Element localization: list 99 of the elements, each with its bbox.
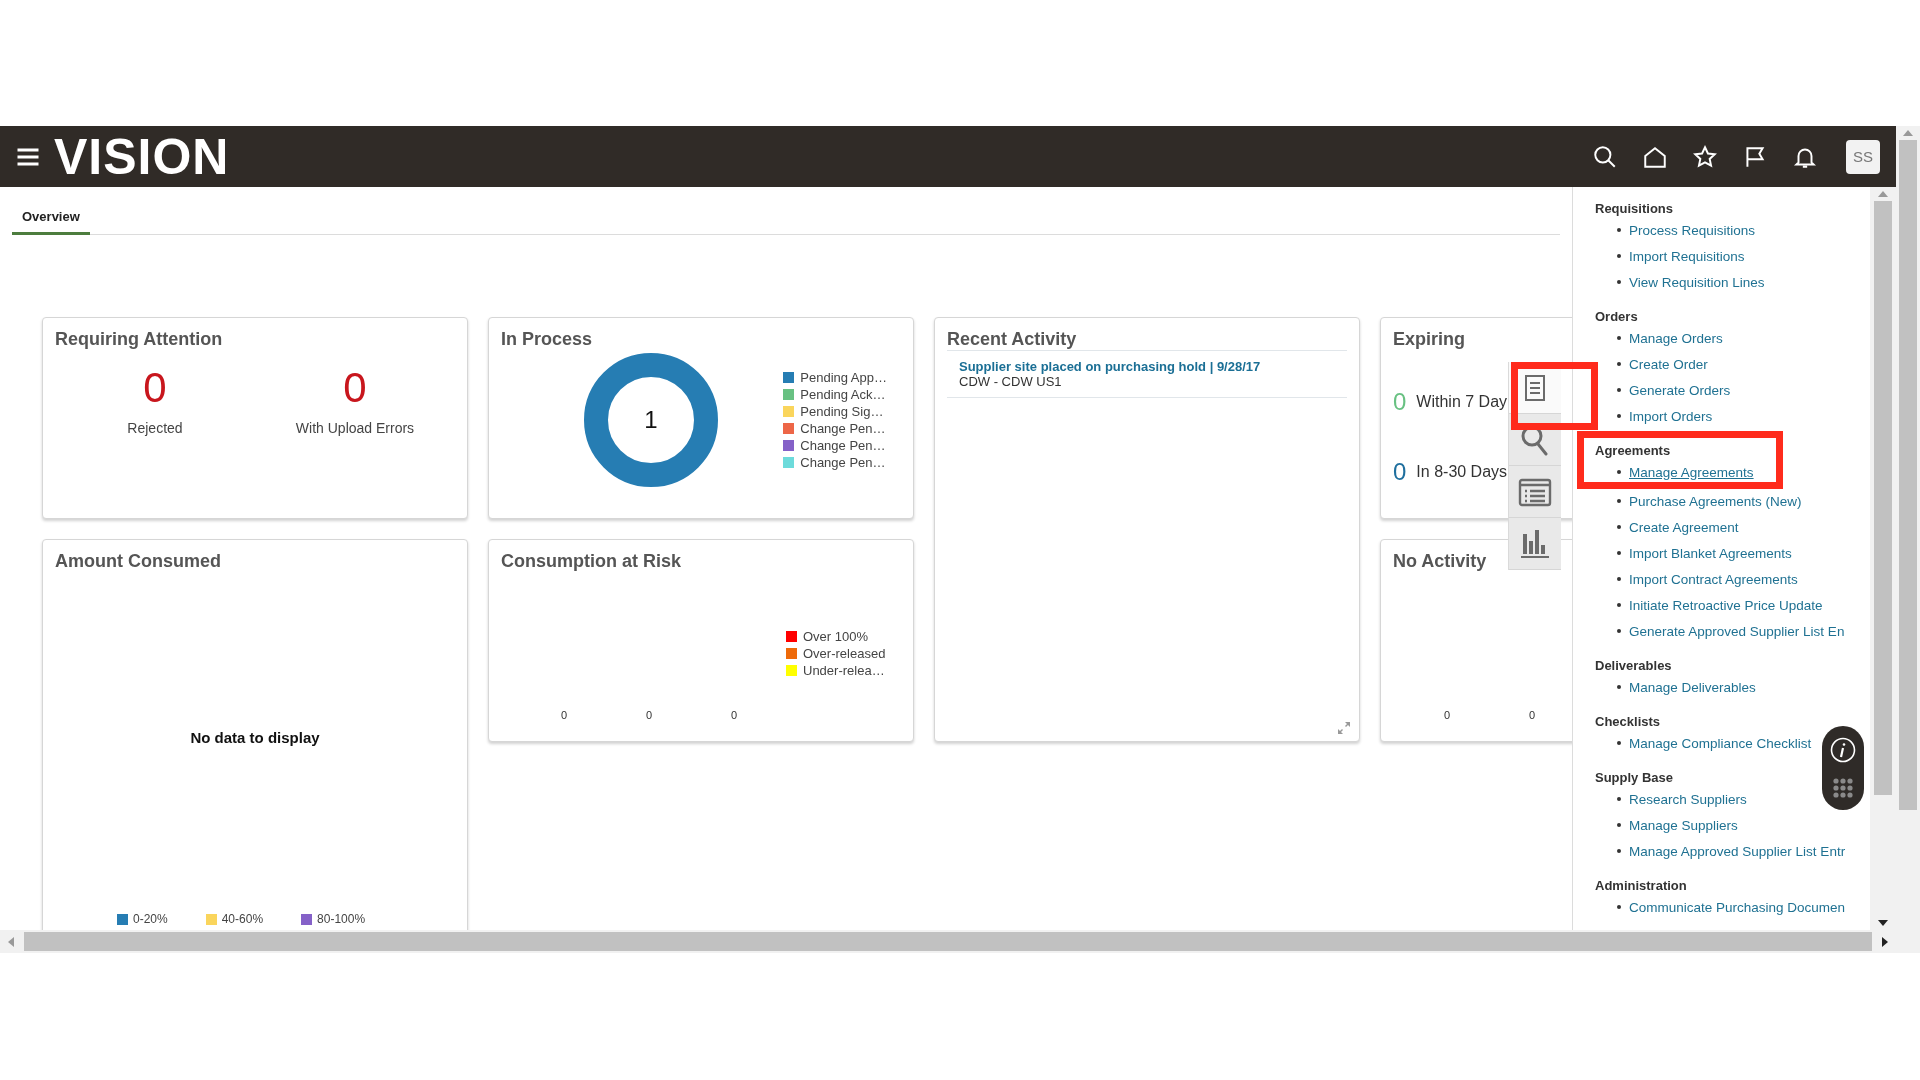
search-icon xyxy=(1592,143,1618,170)
bullet-icon xyxy=(1617,629,1621,633)
legend-item: Change Pen… xyxy=(783,437,887,454)
scrollbar-thumb[interactable] xyxy=(1874,201,1892,795)
card-title: Requiring Attention xyxy=(55,328,224,350)
task-link[interactable]: Manage Compliance Checklist xyxy=(1629,735,1812,751)
legend-item: Pending Ack… xyxy=(783,386,887,403)
task-link[interactable]: Import Orders xyxy=(1629,408,1713,424)
favorites-button[interactable] xyxy=(1692,143,1718,170)
list-icon xyxy=(1518,476,1552,507)
help-widget[interactable] xyxy=(1822,726,1864,810)
bullet-icon xyxy=(1617,388,1621,392)
card-title: Consumption at Risk xyxy=(501,550,682,572)
tab[interactable]: Overview xyxy=(12,205,90,235)
legend-item: Under-relea… xyxy=(786,662,901,679)
metric-label: With Upload Errors xyxy=(295,420,415,436)
task-link[interactable]: Generate Approved Supplier List En xyxy=(1629,623,1845,639)
section-title: Administration xyxy=(1595,877,1688,894)
bullet-icon xyxy=(1617,336,1621,340)
metric-value[interactable]: 0 xyxy=(343,364,367,412)
user-avatar[interactable]: SS xyxy=(1846,139,1880,174)
legend-item: Over-released xyxy=(786,645,901,662)
donut-center-value: 1 xyxy=(643,406,659,434)
legend-item: Pending Sig… xyxy=(783,403,887,420)
section-title: Deliverables xyxy=(1595,657,1673,674)
card-title: Amount Consumed xyxy=(55,550,222,572)
legend-item: 0-20% xyxy=(117,912,168,926)
bullet-icon xyxy=(1617,362,1621,366)
axis-label: 0 xyxy=(559,709,569,721)
section-title: Agreements xyxy=(1595,442,1672,459)
task-link[interactable]: Manage Suppliers xyxy=(1629,817,1738,833)
task-link[interactable]: Process Requisitions xyxy=(1629,222,1756,238)
task-link[interactable]: Manage Approved Supplier List Entr xyxy=(1629,843,1846,859)
section-title: Requisitions xyxy=(1595,200,1674,217)
metric-value[interactable]: 0 xyxy=(1393,458,1407,486)
card-title: Recent Activity xyxy=(947,328,1078,350)
star-icon xyxy=(1692,143,1718,170)
task-link[interactable]: Create Agreement xyxy=(1629,519,1739,535)
info-icon xyxy=(1830,737,1856,763)
task-link[interactable]: Import Requisitions xyxy=(1629,248,1745,264)
metric-value[interactable]: 0 xyxy=(143,364,167,412)
metric-label: Rejected xyxy=(127,420,183,436)
legend-item: Change Pen… xyxy=(783,420,887,437)
bullet-icon xyxy=(1617,741,1621,745)
task-link[interactable]: Generate Orders xyxy=(1629,382,1731,398)
bar-chart-icon xyxy=(1520,527,1550,560)
scrollbar-thumb[interactable] xyxy=(1899,140,1917,810)
metric-label: In 8-30 Days xyxy=(1416,463,1508,481)
document-icon xyxy=(1524,373,1546,402)
task-link[interactable]: Initiate Retroactive Price Update xyxy=(1629,597,1823,613)
legend-item: 40-60% xyxy=(205,912,264,926)
axis-label: 0 xyxy=(729,709,739,721)
axis-label: 0 xyxy=(1527,709,1537,721)
bullet-icon xyxy=(1617,551,1621,555)
task-link[interactable]: Create Order xyxy=(1629,356,1708,372)
metric-label: Within 7 Day xyxy=(1416,393,1508,411)
section-title: Supply Base xyxy=(1595,769,1675,786)
task-link[interactable]: Import Contract Agreements xyxy=(1629,571,1798,587)
task-link[interactable]: Manage Deliverables xyxy=(1629,679,1756,695)
bullet-icon xyxy=(1617,823,1621,827)
section-title: Checklists xyxy=(1595,713,1662,730)
legend-item: Pending App… xyxy=(783,369,887,386)
bullet-icon xyxy=(1617,414,1621,418)
task-link[interactable]: View Requisition Lines xyxy=(1629,274,1765,290)
bullet-icon xyxy=(1617,797,1621,801)
task-link[interactable]: Communicate Purchasing Documen xyxy=(1629,899,1846,915)
expand-icon[interactable] xyxy=(1337,721,1351,735)
axis-label: 0 xyxy=(1442,709,1452,721)
bullet-icon xyxy=(1617,577,1621,581)
bullet-icon xyxy=(1617,254,1621,258)
card-title: In Process xyxy=(501,328,594,350)
bullet-icon xyxy=(1617,280,1621,284)
card-title: Expiring xyxy=(1393,328,1466,350)
legend-item: Over 100% xyxy=(786,628,901,645)
scrollbar-thumb[interactable] xyxy=(24,932,1872,951)
legend-item: 80-100% xyxy=(301,912,366,926)
card-title: No Activity xyxy=(1393,550,1488,572)
empty-message: No data to display xyxy=(189,729,321,746)
bullet-icon xyxy=(1617,603,1621,607)
activity-link[interactable]: Supplier site placed on purchasing hold | 9/28/17 xyxy=(959,359,1335,374)
bullet-icon xyxy=(1617,499,1621,503)
bullet-icon xyxy=(1617,228,1621,232)
task-link[interactable]: Purchase Agreements (New) xyxy=(1629,493,1802,509)
task-link[interactable]: Manage Agreements xyxy=(1629,464,1754,480)
bullet-icon xyxy=(1617,905,1621,909)
logo: VISION xyxy=(54,131,230,182)
bullet-icon xyxy=(1617,525,1621,529)
task-link[interactable]: Import Blanket Agreements xyxy=(1629,545,1792,561)
bullet-icon xyxy=(1617,685,1621,689)
bullet-icon xyxy=(1617,849,1621,853)
task-link[interactable]: Research Suppliers xyxy=(1629,791,1747,807)
axis-label: 0 xyxy=(644,709,654,721)
bullet-icon xyxy=(1617,470,1621,474)
task-link[interactable]: Manage Orders xyxy=(1629,330,1723,346)
section-title: Orders xyxy=(1595,308,1639,325)
legend-item: Change Pen… xyxy=(783,454,887,471)
search-button[interactable] xyxy=(1592,143,1618,170)
dots-grid-icon xyxy=(1832,777,1854,799)
activity-detail: CDW - CDW US1 xyxy=(959,374,1063,389)
